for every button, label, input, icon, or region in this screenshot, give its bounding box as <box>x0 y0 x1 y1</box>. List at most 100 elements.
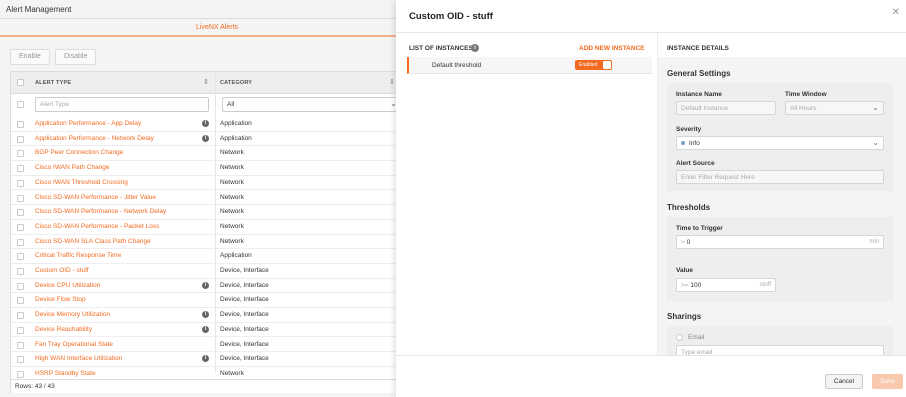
enable-button[interactable]: Enable <box>10 49 50 65</box>
row-checkbox[interactable] <box>17 209 24 217</box>
disable-button[interactable]: Disable <box>55 49 97 65</box>
table-row[interactable]: Cisco IWAN Threshold Crossing Network <box>11 176 401 191</box>
column-header-category[interactable]: CATEGORY <box>220 80 252 86</box>
alert-type-link[interactable]: Custom OID - stuff <box>35 267 89 274</box>
row-checkbox[interactable] <box>17 121 24 128</box>
chevron-down-icon: ⌄ <box>872 103 879 112</box>
time-to-trigger-input[interactable]: > 0 min <box>676 235 884 249</box>
filter-row-checkbox[interactable] <box>17 101 24 108</box>
alert-type-link[interactable]: HSRP Standby State <box>35 370 96 377</box>
alert-type-link[interactable]: Critical Traffic Response Time <box>35 252 121 259</box>
alert-type-filter-input[interactable]: Alert Type <box>35 97 209 112</box>
table-row[interactable]: Device Flow Stop Device, Interface <box>11 293 401 309</box>
alert-source-input[interactable]: Enter Filter Request Here <box>676 170 884 184</box>
instance-name-input[interactable]: Default Instance <box>676 101 776 115</box>
info-icon[interactable]: i <box>202 325 209 333</box>
row-checkbox[interactable] <box>17 238 24 246</box>
row-checkbox[interactable] <box>17 150 24 158</box>
row-checkbox[interactable] <box>17 370 24 378</box>
row-checkbox[interactable] <box>17 253 24 261</box>
row-checkbox[interactable] <box>17 135 24 143</box>
table-row[interactable]: Device Reachability i Device, Interface <box>11 323 401 338</box>
table-row[interactable]: Cisco IWAN Path Change Network <box>11 161 401 176</box>
alert-type-link[interactable]: Cisco SD-WAN SLA Class Path Change <box>35 238 151 245</box>
alert-type-link[interactable]: Cisco IWAN Threshold Crossing <box>35 179 128 186</box>
row-checkbox[interactable] <box>17 165 24 173</box>
alert-type-link[interactable]: Application Performance - Network Delay <box>35 135 154 142</box>
email-input[interactable]: Type email <box>676 345 884 355</box>
select-all-checkbox[interactable] <box>17 79 24 86</box>
time-window-select[interactable]: All Hours ⌄ <box>785 101 884 115</box>
row-checkbox[interactable] <box>17 297 24 305</box>
category-cell: Device, Interface <box>220 355 269 363</box>
grid-footer: Rows: 43 / 43 <box>11 379 401 393</box>
divider <box>396 32 906 33</box>
alert-type-link[interactable]: BGP Peer Connection Change <box>35 149 123 156</box>
info-icon[interactable]: i <box>202 281 209 289</box>
threshold-value-input[interactable]: >= 100 stuff <box>676 278 776 292</box>
info-icon[interactable]: i <box>202 134 209 142</box>
category-cell: Application <box>220 252 252 260</box>
sort-icon[interactable]: ⇕ <box>389 78 395 86</box>
category-cell: Network <box>220 369 244 377</box>
alert-type-link[interactable]: Cisco SD-WAN Performance - Network Delay <box>35 208 166 215</box>
alert-type-link[interactable]: Fan Tray Operational State <box>35 341 113 348</box>
table-row[interactable]: High WAN Interface Utilization i Device, I… <box>11 352 401 367</box>
category-filter-select[interactable]: All ⌄ <box>222 97 402 112</box>
alert-type-link[interactable]: Application Performance - App Delay <box>35 120 141 127</box>
table-row[interactable]: Device CPU Utilization i Device, Interface <box>11 279 401 294</box>
grid-header: ALERT TYPE ⇕ CATEGORY ⇕ <box>11 72 401 94</box>
alert-type-link[interactable]: Cisco SD-WAN Performance - Jitter Value <box>35 194 156 201</box>
general-settings-card: Instance Name Default Instance Time Wind… <box>667 83 893 191</box>
table-row[interactable]: Application Performance - App Delay i Appl… <box>11 117 401 132</box>
instance-enabled-toggle[interactable]: Enabled <box>575 60 612 70</box>
table-row[interactable]: Cisco SD-WAN Performance - Jitter Value N… <box>11 191 401 206</box>
info-icon[interactable]: i <box>202 120 209 127</box>
alert-type-link[interactable]: Cisco IWAN Path Change <box>35 164 110 171</box>
table-row[interactable]: Custom OID - stuff Device, Interface <box>11 264 401 279</box>
email-radio[interactable] <box>676 334 683 341</box>
add-new-instance-link[interactable]: ADD NEW INSTANCE <box>579 45 645 52</box>
time-to-trigger-operator: > <box>681 239 685 246</box>
row-checkbox[interactable] <box>17 179 24 187</box>
table-row[interactable]: Cisco SD-WAN Performance - Packet Loss Ne… <box>11 220 401 235</box>
alert-type-link[interactable]: High WAN Interface Utilization <box>35 355 122 362</box>
info-icon[interactable]: i <box>471 44 479 52</box>
table-row[interactable]: Cisco SD-WAN Performance - Network Delay… <box>11 205 401 220</box>
alert-type-link[interactable]: Cisco SD-WAN Performance - Packet Loss <box>35 223 159 230</box>
table-row[interactable]: Application Performance - Network Delay i… <box>11 132 401 147</box>
column-header-alert-type[interactable]: ALERT TYPE <box>35 80 71 86</box>
save-button[interactable]: Save <box>872 374 903 389</box>
row-checkbox[interactable] <box>17 326 24 334</box>
severity-select[interactable]: Info ⌄ <box>676 136 884 150</box>
row-checkbox[interactable] <box>17 194 24 202</box>
table-row[interactable]: BGP Peer Connection Change Network <box>11 146 401 162</box>
cancel-button[interactable]: Cancel <box>825 374 863 389</box>
sort-icon[interactable]: ⇕ <box>203 78 209 86</box>
alert-type-link[interactable]: Device Reachability <box>35 326 92 333</box>
category-cell: Network <box>220 237 244 245</box>
tab-livenx-alerts[interactable]: LiveNX Alerts <box>196 24 238 31</box>
row-checkbox[interactable] <box>17 312 24 320</box>
alert-type-link[interactable]: Device Memory Utilization <box>35 311 110 318</box>
row-checkbox[interactable] <box>17 223 24 231</box>
row-checkbox[interactable] <box>17 268 24 275</box>
instance-details-panel: General Settings Instance Name Default I… <box>658 57 906 355</box>
alert-type-link[interactable]: Device CPU Utilization <box>35 282 100 289</box>
alert-type-link[interactable]: Device Flow Stop <box>35 296 86 303</box>
row-checkbox[interactable] <box>17 282 24 290</box>
category-cell: Device, Interface <box>220 267 269 274</box>
table-row[interactable]: Fan Tray Operational State Device, Interf… <box>11 338 401 353</box>
thresholds-title: Thresholds <box>667 203 711 212</box>
table-row[interactable]: Cisco SD-WAN SLA Class Path Change Networ… <box>11 235 401 250</box>
close-icon[interactable]: ✕ <box>892 7 900 18</box>
row-checkbox[interactable] <box>17 341 24 349</box>
time-to-trigger-value: 0 <box>686 239 691 246</box>
row-checkbox[interactable] <box>17 356 24 364</box>
info-icon[interactable]: i <box>202 311 209 319</box>
modal-title: Custom OID - stuff <box>409 11 493 22</box>
table-row[interactable]: Device Memory Utilization i Device, Interf… <box>11 308 401 323</box>
instance-row[interactable]: Default threshold Enabled <box>407 57 652 74</box>
info-icon[interactable]: i <box>202 355 209 363</box>
table-row[interactable]: Critical Traffic Response Time Applicatio… <box>11 249 401 264</box>
